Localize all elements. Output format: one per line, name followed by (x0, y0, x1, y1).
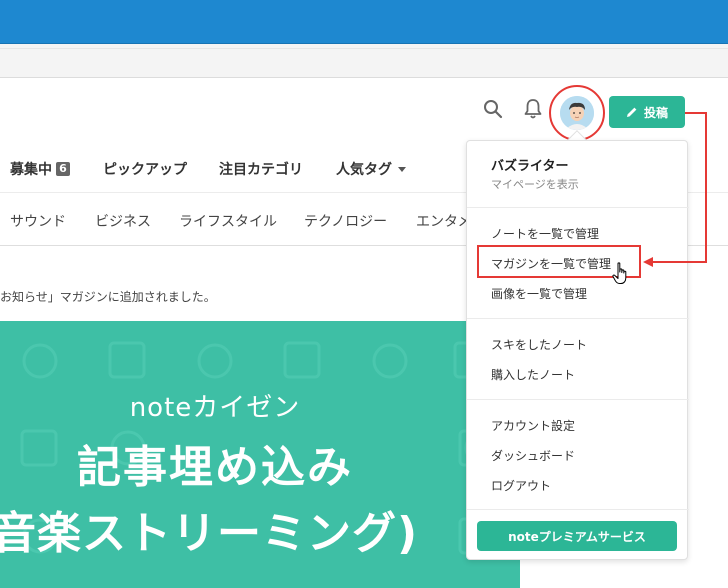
hand-cursor-icon (612, 262, 630, 290)
annotation-arrow (643, 112, 707, 267)
